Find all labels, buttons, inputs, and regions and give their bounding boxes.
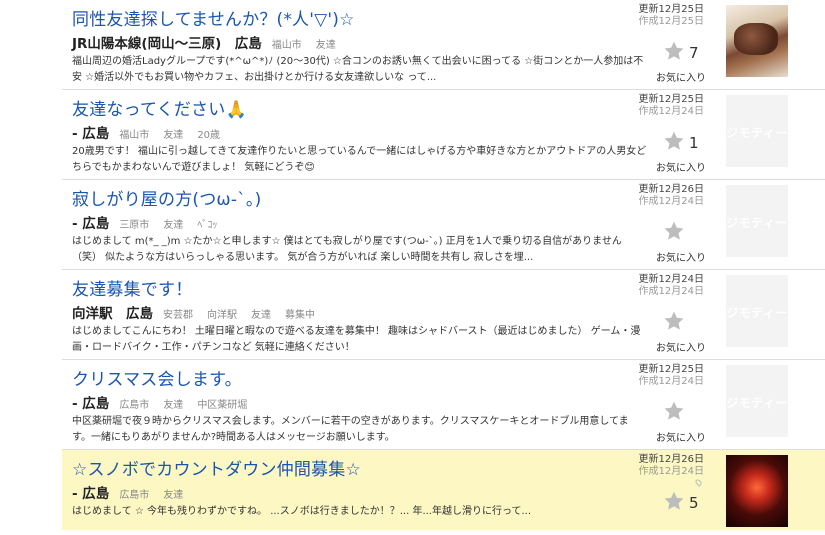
list-item[interactable]: 友達募集です！ 向洋駅 広島 安芸郡 向洋駅 友達 募集中 はじめましてこんにち… [62,270,825,360]
placeholder-logo: ジモティー [726,216,788,230]
post-tag[interactable]: 友達 [163,486,183,501]
post-updated-date: 更新12月26日 [638,184,704,195]
listing-feed: 同性友達探してませんか？(*人'▽')☆ JR山陽本線(岡山〜三原) 広島 福山… [62,0,825,530]
favorite-count: 5 [689,494,699,512]
post-title-link[interactable]: ☆スノボでカウントダウン仲間募集☆ [72,455,361,480]
post-tag[interactable]: 向洋駅 [207,306,237,321]
post-tag[interactable]: 友達 [163,216,183,231]
star-icon[interactable] [663,130,685,152]
post-tag[interactable]: 友達 [251,306,271,321]
post-created-date: 作成12月24日 [638,195,704,207]
post-tag[interactable]: 20歳 [197,126,220,141]
post-thumbnail[interactable]: ジモティー [726,275,788,347]
map-pin-icon [694,478,703,487]
post-location-row: - 広島 広島市 友達 [72,482,197,502]
list-item-featured[interactable]: ☆スノボでカウントダウン仲間募集☆ - 広島 広島市 友達 はじめまして ☆ 今… [62,450,825,530]
post-created-date: 作成12月24日 [638,375,704,387]
star-icon[interactable] [663,310,685,332]
favorite-label[interactable]: お気に入り [656,69,706,84]
post-tag[interactable]: 三原市 [119,216,149,231]
post-description: はじめましてこんにちわ！ 土曜日曜と暇なので遊べる友達を募集中！ 趣味はシャドバ… [72,326,641,353]
post-updated-date: 更新12月24日 [638,274,704,285]
post-title-link[interactable]: 友達募集です！ [72,275,192,300]
favorite-label[interactable]: お気に入り [656,159,706,174]
post-thumbnail[interactable] [726,5,788,77]
post-tag[interactable]: 友達 [163,396,183,411]
post-tag[interactable]: 友達 [163,126,183,141]
favorite-label[interactable]: お気に入り [656,339,706,354]
post-tag[interactable]: 安芸郡 [163,306,193,321]
post-tag[interactable]: 募集中 [285,306,315,321]
post-description: 中区薬研堀で夜９時からクリスマス会します。メンバーに若干の空きがあります。クリス… [72,416,629,443]
placeholder-logo: ジモティー [726,126,788,140]
post-dates: 更新12月26日 作成12月24日 [638,184,704,207]
post-location: - 広島 [72,126,110,142]
list-item[interactable]: 同性友達探してませんか？(*人'▽')☆ JR山陽本線(岡山〜三原) 広島 福山… [62,0,825,90]
post-title-link[interactable]: 同性友達探してませんか？(*人'▽')☆ [72,5,355,30]
post-dates: 更新12月26日 作成12月24日 [638,454,704,477]
post-tag[interactable]: ﾍﾟｺｯ [197,216,217,231]
post-thumbnail[interactable]: ジモティー [726,95,788,167]
post-title-link[interactable]: クリスマス会します。 [72,365,242,390]
post-location-row: 向洋駅 広島 安芸郡 向洋駅 友達 募集中 [72,302,329,322]
post-location-row: - 広島 広島市 友達 中区薬研堀 [72,392,261,412]
list-item[interactable]: クリスマス会します。 - 広島 広島市 友達 中区薬研堀 中区薬研堀で夜９時から… [62,360,825,450]
post-location-row: - 広島 三原市 友達 ﾍﾟｺｯ [72,212,231,232]
list-item[interactable]: 寂しがり屋の方(つω-`。) - 広島 三原市 友達 ﾍﾟｺｯ はじめまして m… [62,180,825,270]
favorite-count: 1 [689,134,699,152]
star-icon[interactable] [663,40,685,62]
post-location: JR山陽本線(岡山〜三原) 広島 [72,36,262,52]
star-icon[interactable] [663,400,685,422]
post-tag[interactable]: 友達 [316,36,336,51]
post-thumbnail[interactable]: ジモティー [726,365,788,437]
post-dates: 更新12月25日 作成12月24日 [638,94,704,117]
star-icon[interactable] [663,220,685,242]
favorite-count: 7 [689,44,699,62]
post-tag[interactable]: 広島市 [119,396,149,411]
favorite-label[interactable]: お気に入り [656,249,706,264]
post-updated-date: 更新12月26日 [638,454,704,465]
post-location: 向洋駅 広島 [72,306,153,322]
list-item[interactable]: 友達なってください🙏 - 広島 福山市 友達 20歳 20歳男です！ 福山に引っ… [62,90,825,180]
favorite-label[interactable]: お気に入り [656,429,706,444]
post-tag[interactable]: 福山市 [119,126,149,141]
post-title-link[interactable]: 寂しがり屋の方(つω-`。) [72,185,261,210]
placeholder-logo: ジモティー [726,396,788,410]
post-description: はじめまして m(*_ _)m ☆たか☆と申します☆ 僕はとても寂しがり屋です(… [72,236,622,263]
post-description: 20歳男です！ 福山に引っ越してきて友達作りたいと思っているんで一緒にはしゃげる… [72,146,647,173]
post-tag[interactable]: 福山市 [272,36,302,51]
post-location: - 広島 [72,486,110,502]
post-created-date: 作成12月24日 [638,465,704,477]
star-icon[interactable] [663,490,685,512]
post-dates: 更新12月25日 作成12月24日 [638,364,704,387]
post-updated-date: 更新12月25日 [638,364,704,375]
post-tag[interactable]: 広島市 [119,486,149,501]
post-title-link[interactable]: 友達なってください🙏 [72,95,247,120]
post-dates: 更新12月25日 作成12月25日 [638,4,704,27]
post-thumbnail[interactable] [726,455,788,527]
post-updated-date: 更新12月25日 [638,4,704,15]
post-created-date: 作成12月24日 [638,285,704,297]
post-thumbnail[interactable]: ジモティー [726,185,788,257]
placeholder-logo: ジモティー [726,306,788,320]
post-location-row: JR山陽本線(岡山〜三原) 広島 福山市 友達 [72,32,350,52]
post-dates: 更新12月24日 作成12月24日 [638,274,704,297]
post-location-row: - 広島 福山市 友達 20歳 [72,122,234,142]
post-location: - 広島 [72,216,110,232]
post-description: 福山周辺の婚活Ladyグループです(*^ω^*)ﾉ (20〜30代) ☆合コンの… [72,56,644,83]
post-tag[interactable]: 中区薬研堀 [197,396,247,411]
post-description: はじめまして ☆ 今年も残りわずかですね。 ...スノボは行きましたか！？...… [72,506,532,517]
post-location: - 広島 [72,396,110,412]
post-updated-date: 更新12月25日 [638,94,704,105]
post-created-date: 作成12月25日 [638,15,704,27]
post-created-date: 作成12月24日 [638,105,704,117]
